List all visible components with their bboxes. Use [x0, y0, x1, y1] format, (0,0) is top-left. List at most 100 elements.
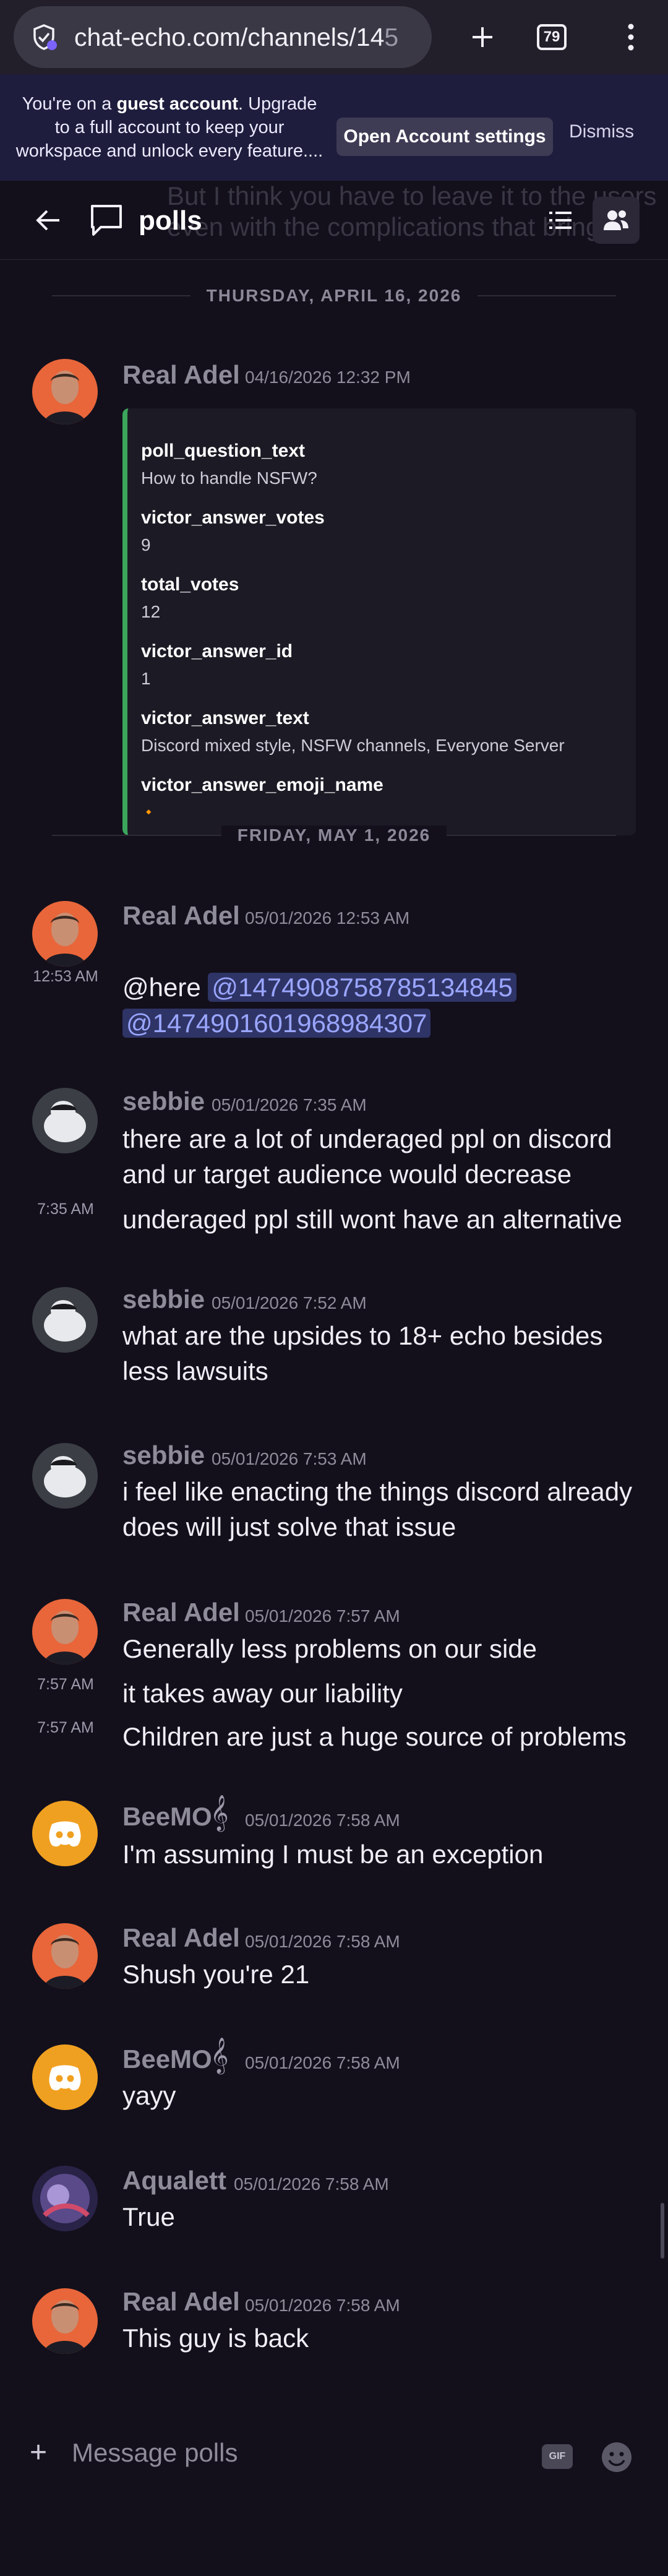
address-bar[interactable]: chat-echo.com/channels/145	[14, 6, 432, 68]
message-content: underaged ppl still wont have an alterna…	[122, 1205, 622, 1234]
tab-switcher-button[interactable]: 79	[527, 12, 576, 62]
back-button[interactable]	[30, 202, 67, 239]
new-tab-button[interactable]	[458, 12, 507, 62]
message-content: what are the upsides to 18+ echo besides…	[122, 1321, 603, 1385]
message-timestamp: 05/01/2026 7:35 AM	[212, 1095, 367, 1114]
embed-field-name: victor_answer_text	[141, 708, 309, 728]
arrow-left-icon	[36, 210, 59, 231]
user-mention[interactable]: @1474908758785134845	[208, 973, 516, 1002]
people-icon	[604, 210, 628, 230]
message-timestamp: 05/01/2026 7:58 AM	[245, 2053, 400, 2072]
embed-field-name: victor_answer_id	[141, 641, 293, 661]
guest-banner-text: You're on a guest account. Upgrade to a …	[15, 94, 323, 161]
message-timestamp: 05/01/2026 7:58 AM	[245, 2296, 400, 2315]
url-text: chat-echo.com/channels/145	[74, 22, 399, 51]
embed-field-value: How to handle NSFW?	[141, 468, 317, 488]
message-author[interactable]: sebbie	[122, 1441, 205, 1470]
avatar[interactable]	[32, 359, 98, 424]
message-author[interactable]: Aqualett	[122, 2166, 226, 2195]
avatar[interactable]	[32, 2288, 98, 2354]
list-icon	[549, 212, 572, 229]
message-author[interactable]: BeeMO	[122, 2044, 212, 2074]
vertical-dots-icon	[628, 24, 634, 51]
speech-bubble-icon	[87, 200, 126, 240]
scrolled-message-text: But I think you have to leave it to the …	[167, 181, 657, 241]
message-side-time: 7:35 AM	[37, 1200, 94, 1218]
message-side-time: 7:57 AM	[37, 1719, 94, 1736]
avatar[interactable]	[32, 901, 98, 967]
message-author[interactable]: BeeMO	[122, 1802, 212, 1832]
dismiss-button[interactable]: Dismiss	[569, 121, 634, 142]
message-author[interactable]: Real Adel	[122, 360, 240, 390]
message-timestamp: 05/01/2026 7:58 AM	[234, 2174, 389, 2194]
message-content: it takes away our liability	[122, 1679, 403, 1708]
message-content: This guy is back	[122, 2324, 309, 2353]
message-timestamp: 05/01/2026 7:57 AM	[245, 1606, 400, 1626]
threads-button[interactable]	[543, 203, 578, 238]
gif-button[interactable]: GIF	[542, 2444, 573, 2469]
message-timestamp: 04/16/2026 12:32 PM	[245, 368, 411, 387]
shield-check-icon[interactable]	[30, 23, 58, 51]
avatar[interactable]	[32, 1801, 98, 1866]
message-side-time: 7:57 AM	[37, 1676, 94, 1693]
avatar[interactable]	[32, 1923, 98, 1989]
members-button[interactable]	[593, 197, 640, 244]
emoji-button[interactable]	[600, 2440, 633, 2474]
message-content: Shush you're 21	[122, 1960, 310, 1989]
embed-field-name: victor_answer_emoji_name	[141, 775, 383, 795]
browser-menu-button[interactable]	[612, 12, 649, 62]
avatar[interactable]	[32, 2166, 98, 2231]
guest-account-banner: You're on a guest account. Upgrade to a …	[0, 74, 668, 181]
message-content: True	[122, 2202, 175, 2231]
avatar[interactable]	[32, 1287, 98, 1353]
embed-field-value: 12	[141, 602, 161, 621]
message-content: Children are just a huge source of probl…	[122, 1722, 627, 1751]
message-content: there are a lot of underaged ppl on disc…	[122, 1124, 612, 1189]
message-content: i feel like enacting the things discord …	[122, 1477, 633, 1541]
embed-field-name: poll_question_text	[141, 441, 306, 461]
open-account-settings-button[interactable]: Open Account settings	[336, 118, 553, 156]
smiley-icon	[602, 2442, 632, 2472]
treble-clef-icon: 𝄞	[210, 1795, 229, 1830]
treble-clef-icon: 𝄞	[210, 2038, 229, 2072]
avatar[interactable]	[32, 2044, 98, 2110]
embed-field-name: total_votes	[141, 574, 239, 595]
embed-field-value: 9	[141, 535, 151, 554]
message-timestamp: 05/01/2026 7:58 AM	[245, 1932, 400, 1951]
scrollbar-thumb[interactable]	[661, 2203, 664, 2259]
browser-toolbar: chat-echo.com/channels/145 79	[0, 0, 668, 74]
avatar[interactable]	[32, 1443, 98, 1509]
message-side-time: 12:53 AM	[33, 968, 98, 985]
date-divider: THURSDAY, APRIL 16, 2026	[52, 283, 617, 308]
avatar[interactable]	[32, 1088, 98, 1153]
message-author[interactable]: sebbie	[122, 1087, 205, 1116]
plus-icon	[473, 27, 492, 47]
message-content: Generally less problems on our side	[122, 1634, 537, 1663]
tab-count: 79	[537, 24, 567, 50]
message-timestamp: 05/01/2026 7:52 AM	[212, 1293, 367, 1312]
avatar[interactable]	[32, 1599, 98, 1665]
message-content: yayy	[122, 2081, 176, 2110]
embed-field-value: 1	[141, 669, 151, 688]
channel-name: polls	[139, 205, 202, 236]
embed-field-name: victor_answer_votes	[141, 507, 325, 528]
channel-header: But I think you have to leave it to the …	[0, 181, 668, 260]
message-input[interactable]: Message polls	[72, 2438, 238, 2468]
embed-field-value: Discord mixed style, NSFW channels, Ever…	[141, 736, 565, 755]
message-timestamp: 05/01/2026 7:53 AM	[212, 1449, 367, 1468]
message-content: @here @1474908758785134845 @147490160196…	[122, 970, 642, 1041]
user-mention[interactable]: @1474901601968984307	[122, 1009, 431, 1038]
message-author[interactable]: Real Adel	[122, 1598, 240, 1627]
message-composer: + Message polls GIF	[0, 2413, 668, 2494]
embed-field-value: 🔸	[141, 806, 156, 819]
date-divider: FRIDAY, MAY 1, 2026	[52, 823, 617, 848]
message-timestamp: 05/01/2026 7:58 AM	[245, 1811, 400, 1830]
message-timestamp: 05/01/2026 12:53 AM	[245, 908, 410, 928]
add-attachment-button[interactable]: +	[30, 2436, 47, 2470]
message-author[interactable]: Real Adel	[122, 2287, 240, 2317]
message-author[interactable]: Real Adel	[122, 901, 240, 931]
message-author[interactable]: Real Adel	[122, 1923, 240, 1953]
message-content: I'm assuming I must be an exception	[122, 1840, 544, 1869]
message-author[interactable]: sebbie	[122, 1285, 205, 1314]
poll-result-embed: poll_question_text How to handle NSFW? v…	[122, 408, 636, 835]
